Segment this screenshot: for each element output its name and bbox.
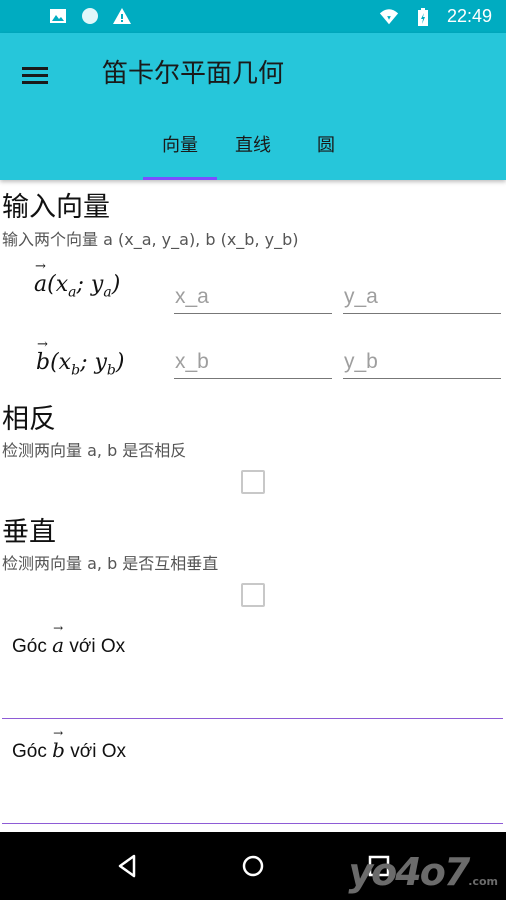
battery-icon [417, 7, 428, 26]
angle-a-card[interactable]: Góc a với Ox [2, 615, 503, 719]
opposite-checkbox[interactable] [241, 470, 265, 494]
perpendicular-section-subtitle: 检测两向量 a, b 是否互相垂直 [2, 554, 219, 573]
app-bar: 笛卡尔平面几何 向量 直线 圆 [0, 33, 506, 180]
vector-a-label: a(xa; ya) [34, 259, 120, 300]
input-section-title: 输入向量 [2, 192, 110, 223]
y-a-field[interactable] [343, 280, 501, 314]
angle-b-card[interactable]: Góc b với Ox [2, 720, 503, 824]
angle-b-label: Góc b với Ox [12, 726, 126, 763]
main-content: 输入向量 输入两个向量 a (x_a, y_a), b (x_b, y_b) a… [0, 180, 506, 832]
warning-icon [113, 8, 131, 24]
perpendicular-section-title: 垂直 [2, 517, 56, 548]
watermark-logo: yo4o7.com [348, 850, 498, 894]
app-title: 笛卡尔平面几何 [102, 59, 285, 89]
wifi-icon [379, 8, 399, 24]
menu-icon [22, 59, 58, 84]
home-icon[interactable] [237, 850, 269, 882]
circle-icon [82, 8, 98, 24]
status-notification-icons [48, 6, 132, 26]
menu-button[interactable] [22, 59, 58, 89]
back-icon[interactable] [112, 850, 144, 882]
y-b-field[interactable] [343, 345, 501, 379]
tab-vector[interactable]: 向量 [143, 128, 217, 180]
vector-b-label: b(xb; yb) [36, 337, 124, 378]
image-icon [50, 9, 66, 23]
status-bar: 22:49 [0, 0, 506, 33]
x-b-input[interactable] [174, 345, 332, 378]
angle-a-label: Góc a với Ox [12, 621, 125, 658]
x-a-field[interactable] [174, 280, 332, 314]
input-section-subtitle: 输入两个向量 a (x_a, y_a), b (x_b, y_b) [2, 230, 299, 249]
tab-circle[interactable]: 圆 [296, 128, 356, 180]
x-b-field[interactable] [174, 345, 332, 379]
x-a-input[interactable] [174, 280, 332, 313]
opposite-section-title: 相反 [2, 404, 56, 435]
opposite-section-subtitle: 检测两向量 a, b 是否相反 [2, 441, 187, 460]
navigation-bar: yo4o7.com [0, 832, 506, 900]
tab-line[interactable]: 直线 [222, 128, 284, 180]
y-a-input[interactable] [343, 280, 501, 313]
status-system-icons: 22:49 [379, 6, 492, 27]
perpendicular-checkbox[interactable] [241, 583, 265, 607]
status-time: 22:49 [446, 6, 492, 26]
y-b-input[interactable] [343, 345, 501, 378]
tab-bar: 向量 直线 圆 [0, 128, 506, 180]
